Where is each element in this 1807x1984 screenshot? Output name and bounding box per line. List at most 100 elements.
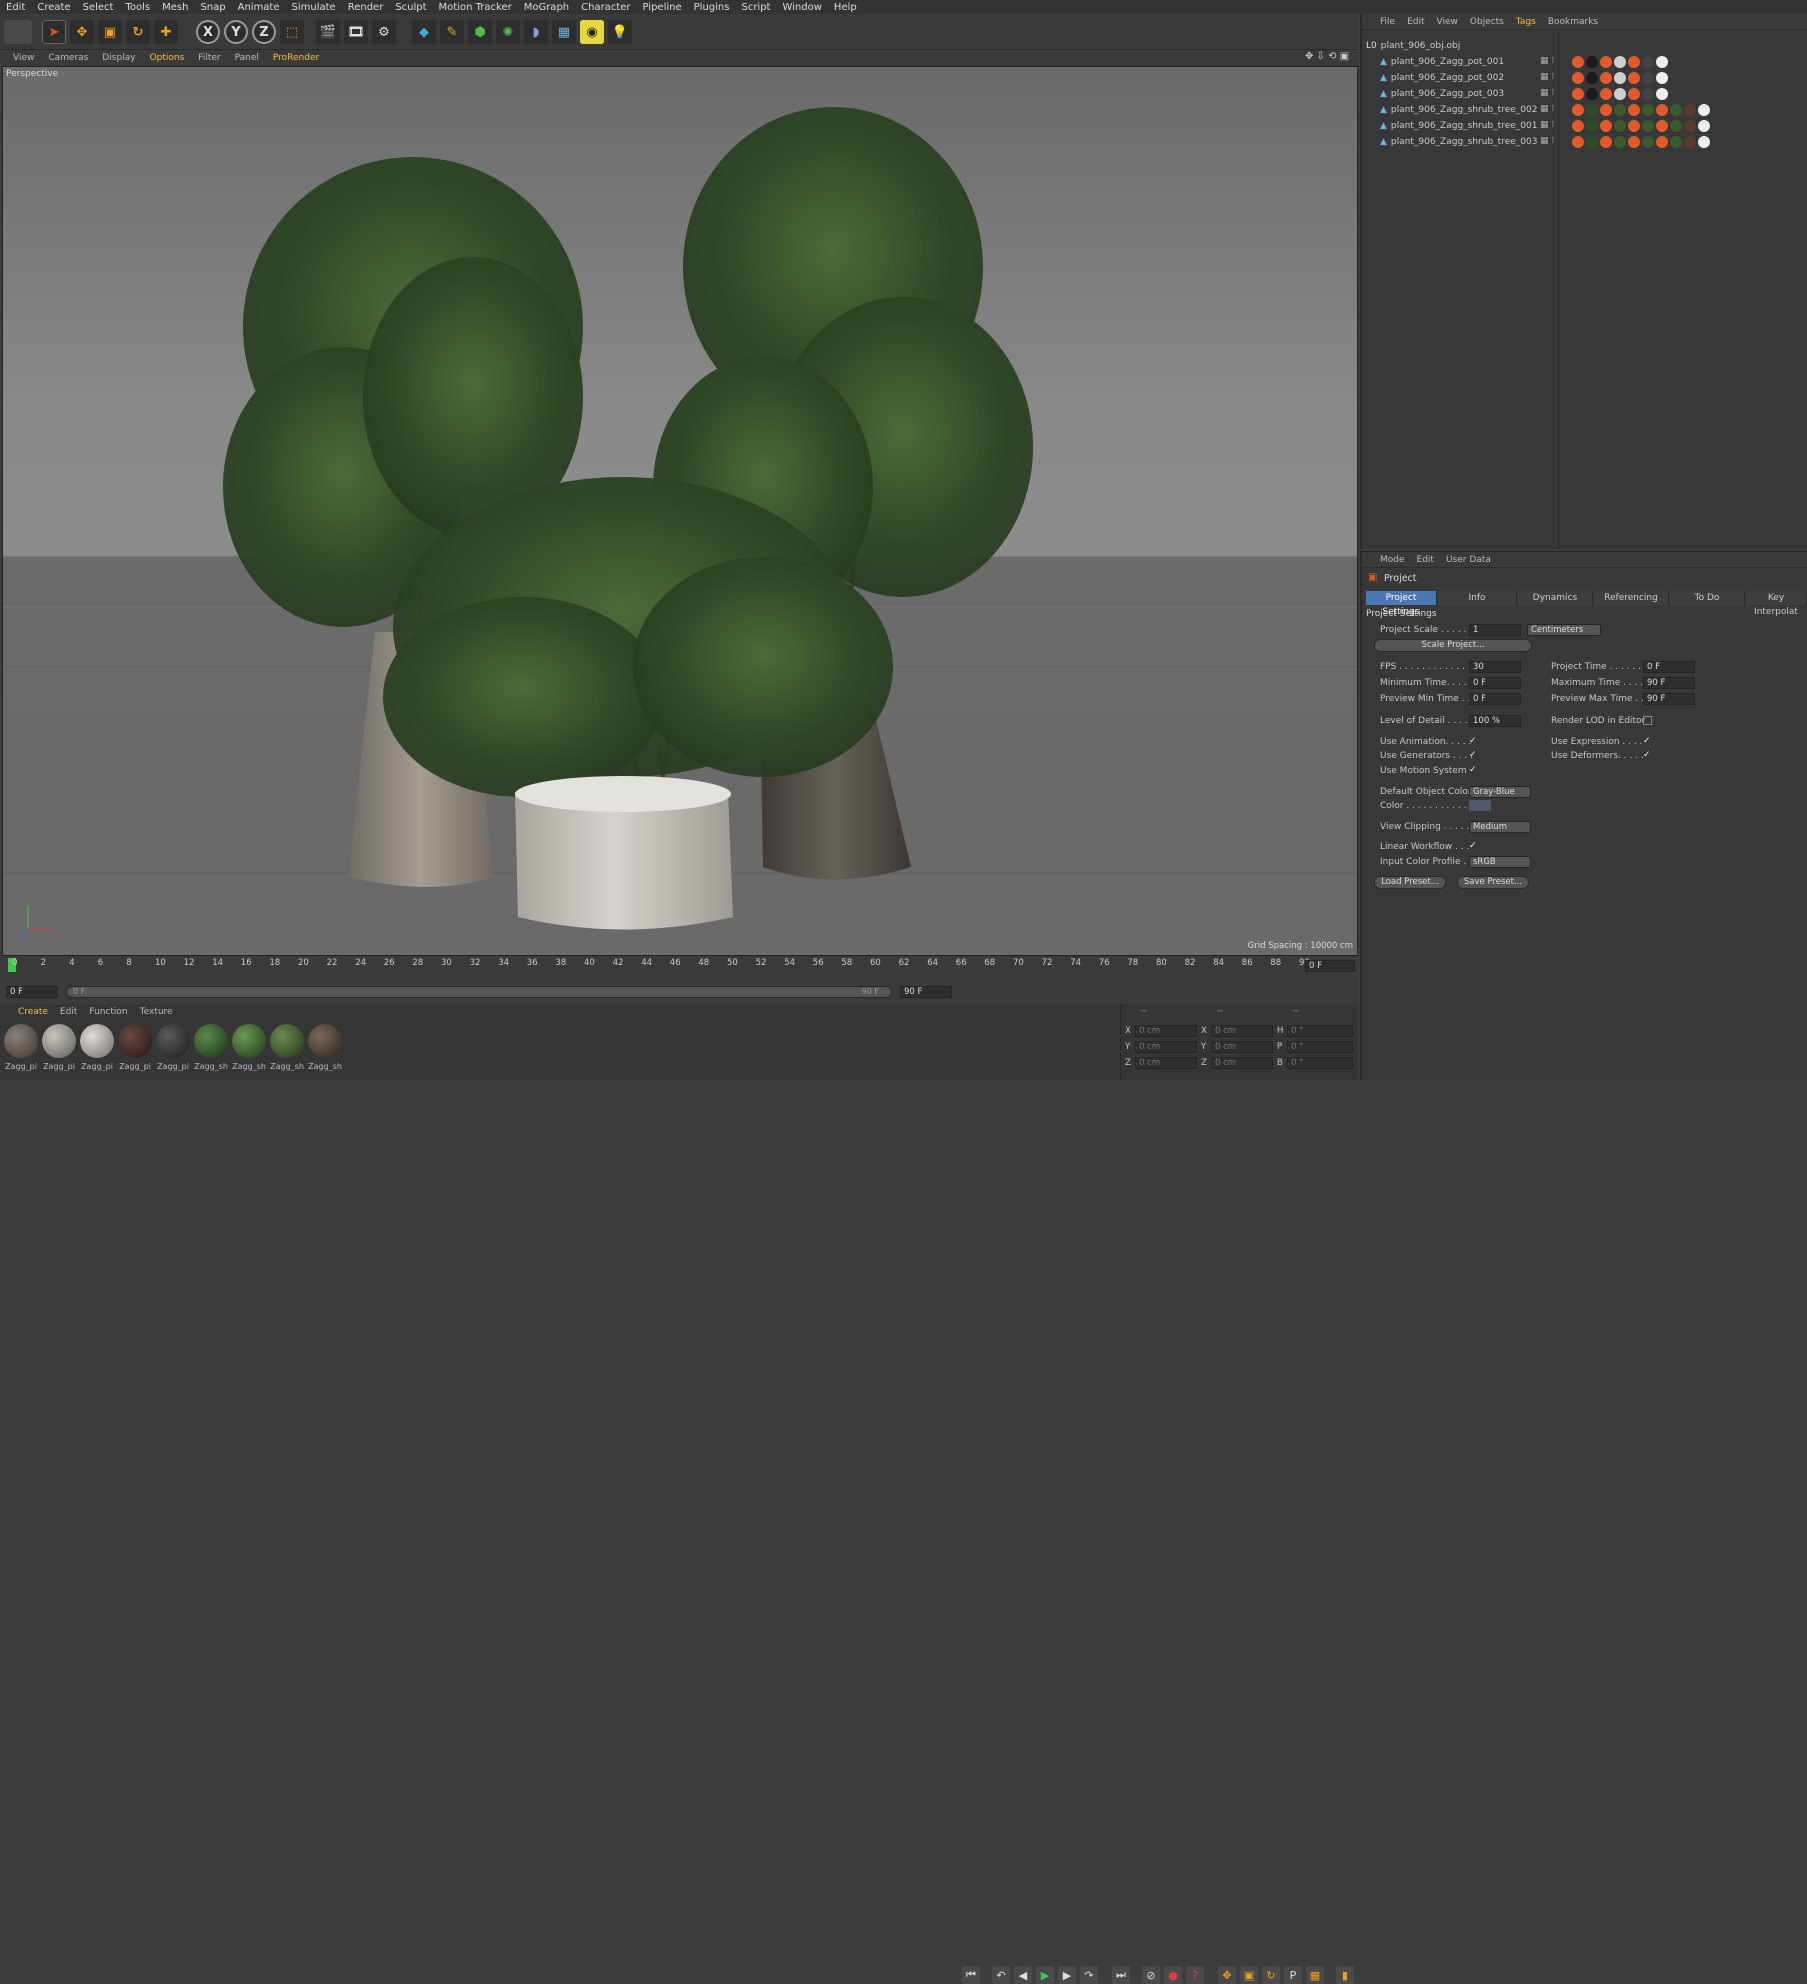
material-tag-icon[interactable] — [1586, 120, 1598, 132]
record-icon[interactable]: ● — [1164, 1966, 1182, 1984]
lod-field[interactable]: 100 % — [1469, 715, 1521, 727]
tab-project-settings[interactable]: Project Settings — [1366, 591, 1437, 617]
viewport-menu-cameras[interactable]: Cameras — [41, 53, 95, 63]
array-generator-icon[interactable]: ✺ — [496, 20, 520, 44]
object-row[interactable]: ▲ plant_906_Zagg_pot_001 — [1380, 54, 1504, 70]
key-rotation-icon[interactable]: ↻ — [1262, 1966, 1280, 1984]
material-tag-icon[interactable] — [1586, 104, 1598, 116]
object-row[interactable]: ▲ plant_906_Zagg_shrub_tree_003 — [1380, 134, 1537, 150]
menu-window[interactable]: Window — [776, 2, 827, 13]
material-tag-icon[interactable] — [1572, 136, 1584, 148]
material-tag-icon[interactable] — [1572, 104, 1584, 116]
visibility-toggle-icon[interactable]: ▦ ⁝ — [1540, 72, 1554, 82]
menu-select[interactable]: Select — [77, 2, 120, 13]
material-menu-texture[interactable]: Texture — [134, 1007, 179, 1017]
material-tag-icon[interactable] — [1614, 56, 1626, 68]
menu-animate[interactable]: Animate — [232, 2, 286, 13]
undo-button[interactable] — [4, 20, 32, 44]
material-tag-icon[interactable] — [1642, 104, 1654, 116]
scale-project-button[interactable]: Scale Project... — [1374, 639, 1532, 652]
use-animation-checkbox[interactable]: ✓ — [1469, 737, 1478, 746]
material-tag-icon[interactable] — [1614, 72, 1626, 84]
key-scale-icon[interactable]: ▣ — [1240, 1966, 1258, 1984]
material-tag-icon[interactable] — [1586, 88, 1598, 100]
material-swatch[interactable] — [118, 1024, 152, 1058]
tab-info[interactable]: Info — [1438, 591, 1517, 605]
material-swatch[interactable] — [270, 1024, 304, 1058]
color-swatch[interactable] — [1469, 800, 1491, 811]
material-tag-icon[interactable] — [1600, 120, 1612, 132]
scale-tool-icon[interactable]: ▣ — [98, 20, 122, 44]
tab-to-do[interactable]: To Do — [1670, 591, 1745, 605]
objmgr-menu-file[interactable]: File — [1374, 17, 1401, 27]
material-tag-icon[interactable] — [1600, 88, 1612, 100]
y-axis-lock-icon[interactable]: Y — [224, 20, 248, 44]
visibility-toggle-icon[interactable]: ▦ ⁝ — [1540, 88, 1554, 98]
material-tag-icon[interactable] — [1586, 56, 1598, 68]
next-frame-icon[interactable]: ▶ — [1058, 1966, 1076, 1984]
subdivision-surface-icon[interactable]: ⬢ — [468, 20, 492, 44]
preview-min-field[interactable]: 0 F — [1469, 693, 1521, 705]
key-param-icon[interactable]: P — [1284, 1966, 1302, 1984]
material-tag-icon[interactable] — [1642, 72, 1654, 84]
material-tag-icon[interactable] — [1642, 56, 1654, 68]
material-tag-icon[interactable] — [1572, 88, 1584, 100]
menu-simulate[interactable]: Simulate — [286, 2, 342, 13]
preview-max-field[interactable]: 90 F — [1643, 693, 1695, 705]
object-row[interactable]: ▲ plant_906_Zagg_shrub_tree_001 — [1380, 118, 1537, 134]
material-tag-icon[interactable] — [1698, 120, 1710, 132]
coord-rotation-field[interactable]: 0 ° — [1287, 1025, 1353, 1037]
material-tag-icon[interactable] — [1642, 120, 1654, 132]
material-tag-icon[interactable] — [1572, 56, 1584, 68]
3d-viewport[interactable]: Perspective Grid Spacing: 10000 cm — [2, 66, 1358, 956]
material-tag-icon[interactable] — [1628, 56, 1640, 68]
live-select-icon[interactable]: ✚ — [154, 20, 178, 44]
menu-edit[interactable]: Edit — [0, 2, 31, 13]
save-preset-button[interactable]: Save Preset... — [1457, 876, 1529, 889]
menu-mograph[interactable]: MoGraph — [518, 2, 575, 13]
material-tag-icon[interactable] — [1698, 104, 1710, 116]
min-time-field[interactable]: 0 F — [1469, 677, 1521, 689]
viewport-menu-prorender[interactable]: ProRender — [266, 53, 326, 63]
floor-icon[interactable]: ▦ — [552, 20, 576, 44]
render-view-icon[interactable]: 🎬 — [316, 20, 340, 44]
end-frame-field[interactable]: 90 F — [900, 986, 952, 998]
camera-icon[interactable]: ◉ — [580, 20, 604, 44]
material-swatch[interactable] — [80, 1024, 114, 1058]
menu-script[interactable]: Script — [735, 2, 776, 13]
linear-workflow-checkbox[interactable]: ✓ — [1469, 842, 1478, 851]
material-tag-icon[interactable] — [1656, 72, 1668, 84]
coord-rotation-field[interactable]: 0 ° — [1287, 1057, 1353, 1069]
material-tag-icon[interactable] — [1656, 120, 1668, 132]
menu-sculpt[interactable]: Sculpt — [389, 2, 432, 13]
material-tag-icon[interactable] — [1656, 88, 1668, 100]
material-tag-icon[interactable] — [1670, 120, 1682, 132]
menu-pipeline[interactable]: Pipeline — [637, 2, 688, 13]
object-row[interactable]: ▲ plant_906_Zagg_shrub_tree_002 — [1380, 102, 1537, 118]
material-tag-icon[interactable] — [1600, 136, 1612, 148]
keyframe-mode-icon[interactable]: ⊘ — [1142, 1966, 1160, 1984]
material-tag-icon[interactable] — [1628, 136, 1640, 148]
key-position-icon[interactable]: ✥ — [1218, 1966, 1236, 1984]
prev-frame-icon[interactable]: ◀ — [1014, 1966, 1032, 1984]
material-swatch[interactable] — [194, 1024, 228, 1058]
material-tag-icon[interactable] — [1656, 104, 1668, 116]
viewport-menu-display[interactable]: Display — [95, 53, 142, 63]
menu-help[interactable]: Help — [828, 2, 863, 13]
material-menu-edit[interactable]: Edit — [54, 1007, 83, 1017]
visibility-toggle-icon[interactable]: ▦ ⁝ — [1540, 120, 1554, 130]
material-swatch[interactable] — [4, 1024, 38, 1058]
coordinate-system-icon[interactable]: ⬚ — [280, 20, 304, 44]
material-swatch[interactable] — [232, 1024, 266, 1058]
material-swatch[interactable] — [156, 1024, 190, 1058]
timeline-window-icon[interactable]: ▮ — [1336, 1966, 1354, 1984]
material-tag-icon[interactable] — [1684, 104, 1696, 116]
material-tag-icon[interactable] — [1628, 88, 1640, 100]
units-dropdown[interactable]: Centimeters — [1527, 624, 1601, 636]
material-tag-icon[interactable] — [1572, 72, 1584, 84]
range-slider[interactable]: 0 F 90 F — [66, 986, 892, 998]
menu-create[interactable]: Create — [31, 2, 76, 13]
deformer-icon[interactable]: ◗ — [524, 20, 548, 44]
object-row[interactable]: ▲ plant_906_Zagg_pot_002 — [1380, 70, 1504, 86]
rotate-tool-icon[interactable]: ↻ — [126, 20, 150, 44]
